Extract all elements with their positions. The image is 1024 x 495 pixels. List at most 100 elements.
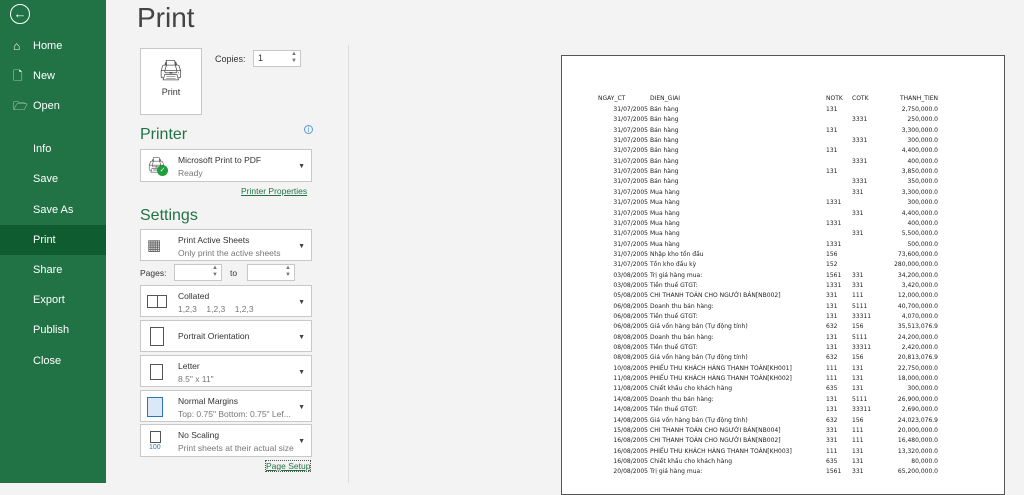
cell-notk: 131 [826, 313, 838, 320]
cell-dien_giai: Bán hàng [650, 116, 679, 124]
cell-thanh_tien: 24,200,000.0 [897, 333, 938, 341]
copies-input[interactable]: 1 ▲ ▼ [253, 50, 301, 67]
cell-notk: 131 [826, 395, 838, 403]
paper-size-dropdown[interactable]: Letter 8.5" x 11" ▼ [140, 355, 312, 387]
nav-item-export[interactable]: Export [0, 285, 106, 315]
margins-dropdown[interactable]: Normal Margins Top: 0.75" Bottom: 0.75" … [140, 390, 312, 422]
cell-cotk: 131 [852, 375, 864, 383]
print-button[interactable]: 🖨 Print [140, 48, 202, 115]
cell-dien_giai: Doanh thu bán hàng: [650, 302, 714, 310]
cell-ngay_ct: 06/08/2005 [613, 302, 648, 310]
cell-ngay_ct: 06/08/2005 [613, 323, 648, 331]
orientation-dropdown[interactable]: Portrait Orientation ▼ [140, 320, 312, 352]
nav-item-print[interactable]: Print [0, 225, 106, 255]
cell-notk: 1331 [826, 281, 842, 289]
cell-dien_giai: PHIẾU THU KHÁCH HÀNG THANH TOÁN[KH001] [650, 364, 792, 372]
spinner-arrows-icon[interactable]: ▲ ▼ [285, 265, 291, 279]
panel-divider [348, 45, 349, 483]
print-what-dropdown[interactable]: ▦ Print Active Sheets Only print the act… [140, 229, 312, 261]
table-row: 14/08/2005 Doanh thu bán hàng: 131 5111 26,9… [562, 395, 1006, 405]
printer-status: Ready [178, 168, 203, 178]
cell-ngay_ct: 06/08/2005 [613, 313, 648, 320]
nav-item-save-as[interactable]: Save As [0, 195, 106, 225]
cell-dien_giai: Tiền thuế GTGT: [650, 281, 698, 289]
table-row: 31/07/2005 Bán hàng 131 2,750,000.0 [562, 105, 1006, 115]
cell-thanh_tien: 3,850,000.0 [901, 168, 938, 176]
cell-ngay_ct: 11/08/2005 [613, 375, 648, 383]
table-row: 31/07/2005 Bán hàng 131 3,300,000.0 [562, 126, 1006, 136]
cell-cotk: 3331 [852, 178, 868, 186]
nav-item-share[interactable]: Share [0, 255, 106, 285]
cell-dien_giai: Trị giá hàng mua: [650, 468, 703, 476]
nav-item-publish[interactable]: Publish [0, 315, 106, 345]
printer-ready-icon: 🖨 ✓ [147, 157, 168, 176]
cell-notk: 131 [826, 406, 838, 414]
spinner-arrows-icon[interactable]: ▲ ▼ [291, 51, 297, 65]
nav-item-new[interactable]: 🗋 New [0, 61, 106, 91]
printer-dropdown[interactable]: 🖨 ✓ Microsoft Print to PDF Ready ▼ [140, 149, 312, 182]
cell-notk: 111 [826, 375, 838, 383]
nav-item-home[interactable]: ⌂ Home [0, 31, 106, 61]
table-row: 08/08/2005 Doanh thu bán hàng: 131 5111 24,2… [562, 333, 1006, 343]
chevron-down-icon: ▼ [298, 404, 305, 411]
cell-cotk: 3331 [852, 137, 868, 145]
print-preview-page: NGAY_CT DIEN_GIAI NOTK COTK THANH_TIEN 31/07/… [561, 55, 1005, 495]
cell-thanh_tien: 2,750,000.0 [901, 106, 938, 113]
cell-thanh_tien: 20,000,000.0 [897, 426, 938, 434]
cell-dien_giai: CHI THANH TOÁN CHO NGƯỜI BÁN[NB002] [650, 292, 781, 300]
cell-notk: 131 [826, 168, 838, 176]
cell-dien_giai: Mua hàng [650, 209, 680, 217]
cell-cotk: 5111 [852, 302, 868, 310]
table-row: 31/07/2005 Bán hàng 3331 250,000.0 [562, 115, 1006, 125]
page-setup-link[interactable]: Page Setup [265, 460, 312, 472]
pages-label: Pages: [140, 268, 167, 278]
nav-item-save[interactable]: Save [0, 164, 106, 194]
nav-item-label: Print [33, 234, 56, 246]
printer-properties-link[interactable]: Printer Properties [241, 186, 307, 196]
cell-notk: 131 [826, 126, 838, 134]
cell-dien_giai: Mua hàng [650, 188, 680, 196]
collated-icon [147, 292, 169, 312]
pages-to-input[interactable]: ▲ ▼ [247, 264, 295, 281]
collation-dropdown[interactable]: Collated 1,2,3 1,2,3 1,2,3 ▼ [140, 285, 312, 317]
new-icon: 🗋 [13, 69, 23, 83]
nav-item-info[interactable]: Info [0, 134, 106, 164]
scaling-icon-text: 100 [149, 444, 161, 451]
table-row: 31/07/2005 Mua hàng 1331 400,000.0 [562, 219, 1006, 229]
spinner-arrows-icon[interactable]: ▲ ▼ [212, 265, 218, 279]
cell-notk: 1561 [826, 468, 842, 476]
table-header: NGAY_CT DIEN_GIAI NOTK COTK THANH_TIEN [562, 94, 1006, 104]
info-icon[interactable]: i [304, 125, 313, 134]
nav-item-open[interactable]: 🗁 Open [0, 91, 106, 121]
cell-thanh_tien: 4,070,000.0 [901, 313, 938, 320]
cell-ngay_ct: 31/07/2005 [613, 157, 648, 165]
paper-icon [147, 362, 169, 382]
nav-item-close[interactable]: Close [0, 346, 106, 376]
cell-dien_giai: PHIẾU THU KHÁCH HÀNG THANH TOÁN[KH003] [650, 447, 792, 455]
cell-cotk: 3331 [852, 116, 868, 124]
cell-ngay_ct: 15/08/2005 [613, 426, 648, 434]
cell-cotk: 5111 [852, 333, 868, 341]
chevron-down-icon: ▼ [298, 299, 305, 306]
table-row: 31/07/2005 Bán hàng 3331 350,000.0 [562, 177, 1006, 187]
back-arrow-icon[interactable]: ← [10, 4, 30, 24]
table-row: 16/08/2005 PHIẾU THU KHÁCH HÀNG THANH TOÁ… [562, 447, 1006, 457]
cell-cotk: 33311 [852, 313, 872, 320]
table-row: 08/08/2005 Giá vốn hàng bán (Tự động tính… [562, 353, 1006, 363]
cell-ngay_ct: 10/08/2005 [613, 364, 648, 372]
table-row: 05/08/2005 CHI THANH TOÁN CHO NGƯỜI BÁN[N… [562, 291, 1006, 301]
table-row: 03/08/2005 Tiền thuế GTGT: 1331 331 3,420,00… [562, 281, 1006, 291]
cell-notk: 1331 [826, 219, 842, 227]
cell-cotk: 131 [852, 457, 864, 465]
cell-cotk: 131 [852, 385, 864, 393]
table-row: 14/08/2005 Giá vốn hàng bán (Tự động tính… [562, 416, 1006, 426]
pages-from-input[interactable]: ▲ ▼ [174, 264, 222, 281]
cell-ngay_ct: 05/08/2005 [613, 292, 648, 300]
cell-thanh_tien: 2,690,000.0 [901, 406, 938, 414]
scaling-dropdown[interactable]: 100 No Scaling Print sheets at their act… [140, 424, 312, 457]
page-title: Print [137, 2, 195, 33]
paper-value: Letter [178, 361, 200, 371]
cell-ngay_ct: 31/07/2005 [613, 240, 648, 248]
cell-ngay_ct: 08/08/2005 [613, 354, 648, 362]
orientation-value: Portrait Orientation [178, 331, 250, 341]
